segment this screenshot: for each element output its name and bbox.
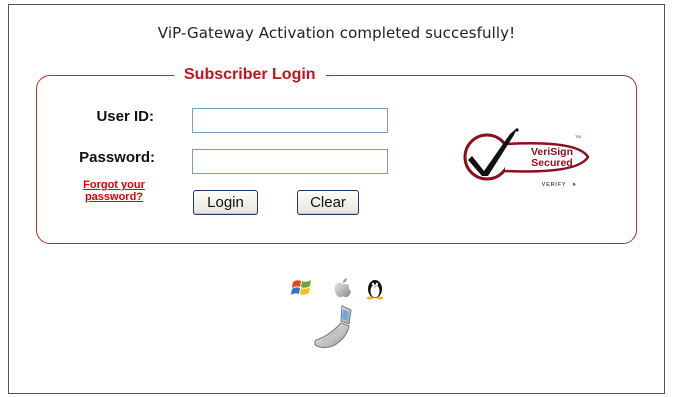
apple-icon: [334, 278, 351, 298]
forgot-password-link[interactable]: Forgot your password?: [60, 179, 168, 203]
verisign-trademark: TM: [575, 134, 581, 139]
user-id-input[interactable]: [192, 108, 388, 133]
verify-arrow-icon: [573, 182, 576, 186]
activation-status-message: ViP-Gateway Activation completed succesf…: [157, 24, 516, 42]
windows-icon: [291, 280, 311, 295]
forgot-password-line2: password?: [84, 191, 144, 203]
forgot-password-line1: Forgot your: [83, 179, 145, 191]
verisign-verify-label: VERIFY: [542, 182, 567, 188]
mobile-phone-icon: [314, 305, 352, 348]
verisign-brand-line2: Secured: [531, 157, 572, 169]
user-id-label: User ID:: [96, 108, 154, 125]
password-input[interactable]: [192, 149, 388, 174]
subscriber-login-legend: Subscriber Login: [174, 64, 326, 86]
platform-icons: [291, 276, 391, 302]
linux-tux-icon: [366, 280, 384, 300]
password-label: Password:: [79, 149, 155, 166]
verisign-sparkle-icon: [515, 128, 519, 132]
clear-button[interactable]: Clear: [297, 190, 359, 215]
verisign-secured-seal-icon[interactable]: TM VeriSign Secured VERIFY: [460, 124, 590, 194]
login-button[interactable]: Login: [193, 190, 258, 215]
